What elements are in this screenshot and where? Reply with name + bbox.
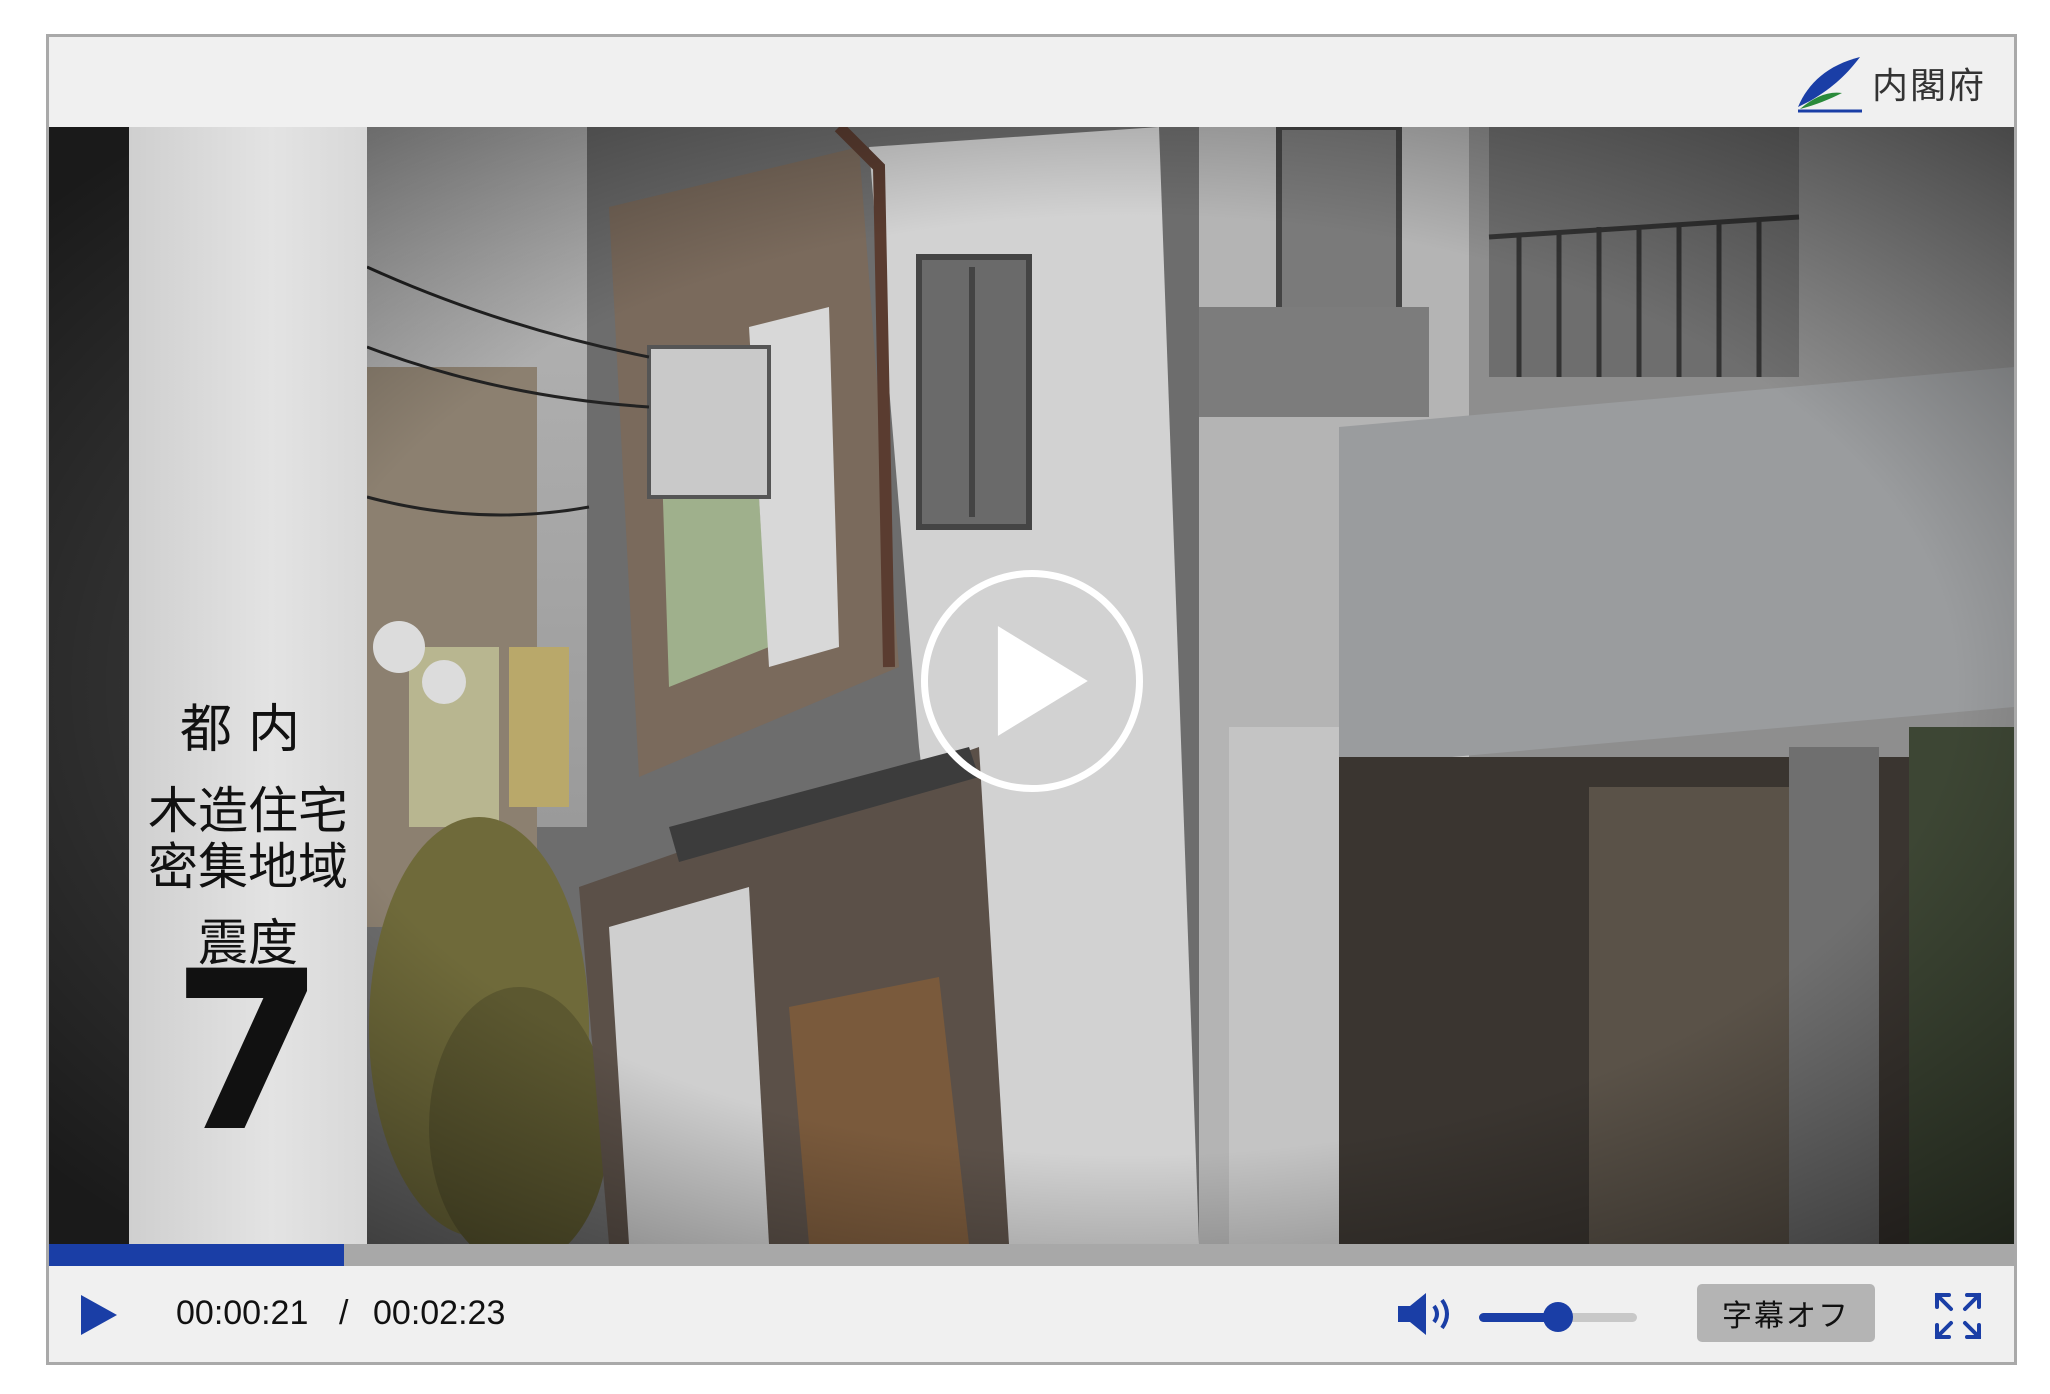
fullscreen-icon — [1935, 1293, 1981, 1339]
caption-line-mokuzo: 木造住宅 — [148, 782, 348, 840]
control-bar: 00:00:21 / 00:02:23 字幕オフ — [49, 1266, 2014, 1362]
play-icon — [81, 1295, 117, 1335]
video-player: 内閣府 都内 木造住宅 密集地域 震度 7 00:00:21 / 00:02:2… — [46, 34, 2017, 1365]
current-time: 00:00:21 — [176, 1294, 309, 1332]
caption-intensity-value: 7 — [171, 924, 325, 1180]
play-triangle-icon — [997, 626, 1088, 736]
volume-handle[interactable] — [1543, 1302, 1573, 1332]
cabinet-office-logo: 内閣府 — [1794, 51, 1986, 115]
subtitle-toggle-button[interactable]: 字幕オフ — [1697, 1284, 1875, 1342]
caption-line-tonai: 都内 — [179, 700, 316, 760]
quake-caption-panel: 都内 木造住宅 密集地域 震度 7 — [129, 127, 367, 1244]
speaker-icon — [1398, 1293, 1449, 1335]
big-play-button[interactable] — [921, 570, 1143, 792]
mute-button[interactable] — [1394, 1289, 1460, 1339]
seek-bar-played — [49, 1244, 344, 1266]
caption-line-missyu: 密集地域 — [148, 838, 348, 896]
logo-text: 内閣府 — [1871, 66, 1986, 107]
seek-bar[interactable] — [49, 1244, 2014, 1266]
caption-line-area: 木造住宅 密集地域 — [129, 783, 367, 895]
time-separator: / — [339, 1294, 349, 1332]
player-header: 内閣府 — [49, 37, 2014, 127]
fullscreen-button[interactable] — [1933, 1291, 1983, 1341]
video-frame[interactable]: 都内 木造住宅 密集地域 震度 7 — [49, 127, 2014, 1244]
leaf-logo-icon — [1797, 57, 1862, 113]
play-button[interactable] — [79, 1293, 127, 1341]
duration: 00:02:23 — [373, 1294, 506, 1332]
volume-slider[interactable] — [1479, 1302, 1637, 1332]
